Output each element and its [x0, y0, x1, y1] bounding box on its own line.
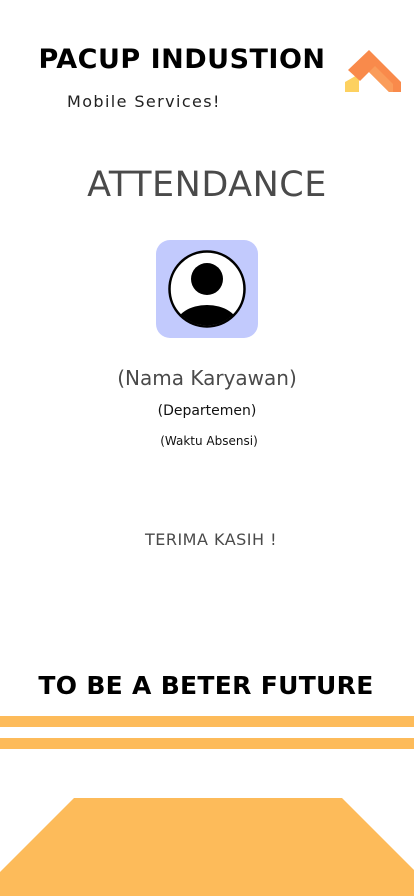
- department-label: (Departemen): [157, 403, 257, 419]
- attendance-time-label: (Waktu Absensi): [160, 434, 258, 448]
- accent-stripe-top: [0, 716, 414, 727]
- brand-title: PACUP INDUSTION: [38, 44, 326, 75]
- employee-name: (Nama Karyawan): [117, 366, 297, 390]
- brand-logo-icon: [345, 48, 401, 94]
- user-circle-icon: [168, 250, 246, 328]
- accent-stripe-bottom: [0, 738, 414, 749]
- thank-you-message: TERIMA KASIH !: [144, 530, 278, 549]
- footer-trapezoid: [0, 798, 414, 896]
- avatar[interactable]: [156, 240, 258, 338]
- brand-subtitle: Mobile Services!: [67, 92, 221, 111]
- tagline: TO BE A BETER FUTURE: [38, 671, 374, 700]
- page-title: ATTENDANCE: [87, 165, 327, 205]
